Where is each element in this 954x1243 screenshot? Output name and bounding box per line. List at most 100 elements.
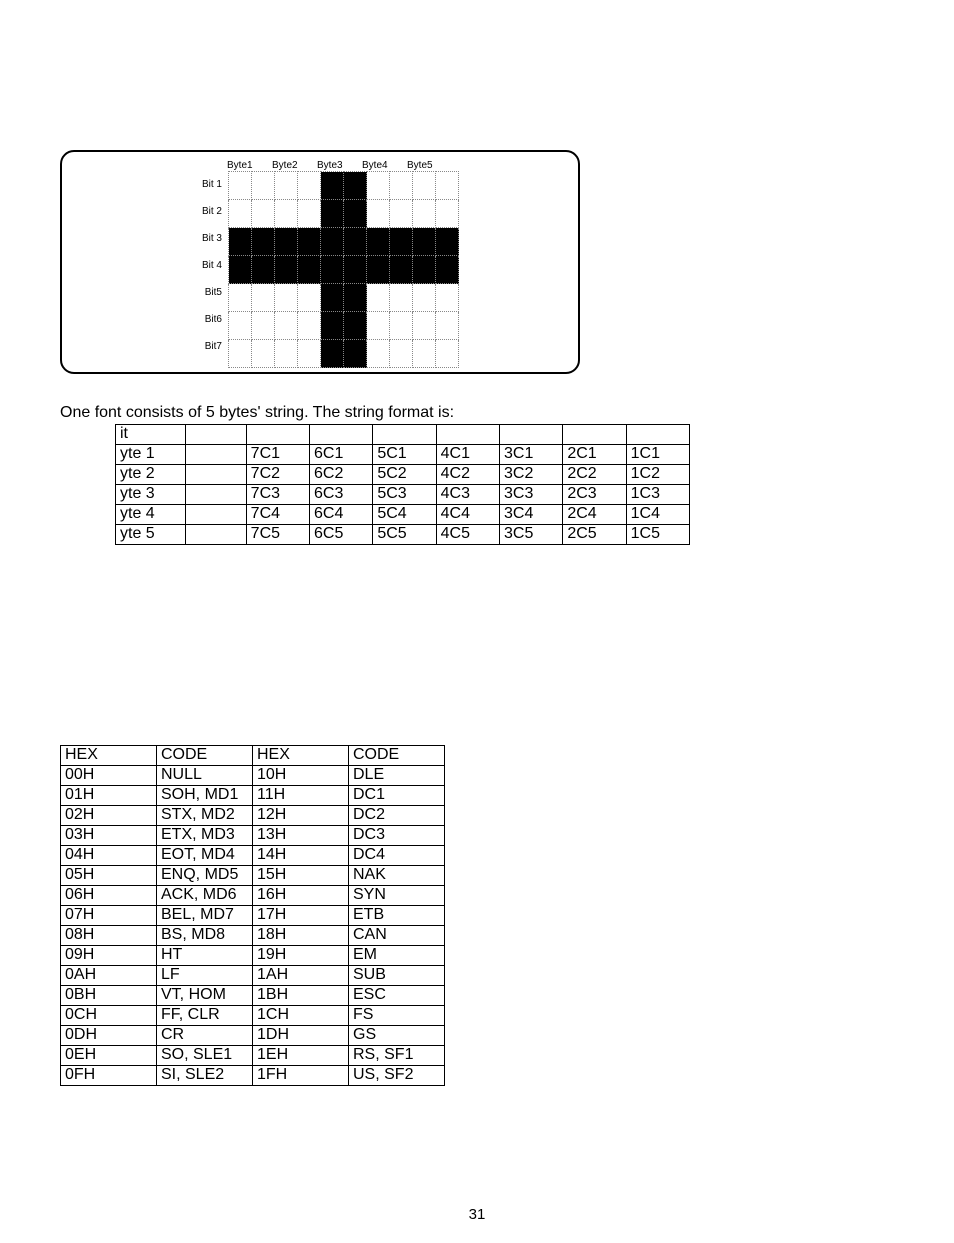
- table-cell: 1C4: [626, 505, 689, 525]
- page-number: 31: [60, 1206, 894, 1223]
- table-cell: yte 5: [116, 525, 186, 545]
- pixel-cell: [436, 200, 459, 228]
- pixel-cell: [252, 340, 275, 368]
- pixel-cell: [275, 340, 298, 368]
- pixel-cell: [298, 312, 321, 340]
- pixel-cell: [252, 284, 275, 312]
- table-cell: yte 4: [116, 505, 186, 525]
- table-cell: RS, SF1: [349, 1046, 445, 1066]
- table-header-cell: [186, 425, 246, 445]
- table-cell: 0AH: [61, 966, 157, 986]
- table-cell: yte 1: [116, 445, 186, 465]
- pixel-cell: [390, 312, 413, 340]
- table-cell: 10H: [253, 766, 349, 786]
- table-cell: 2C1: [563, 445, 626, 465]
- byte-string-table: ityte 17C16C15C14C13C12C11C1yte 27C26C25…: [115, 424, 690, 545]
- byte-header: Byte5: [407, 160, 447, 171]
- table-cell: 1C2: [626, 465, 689, 485]
- pixel-cell: [321, 228, 344, 256]
- table-cell: 00H: [61, 766, 157, 786]
- table-cell: ETB: [349, 906, 445, 926]
- table-cell: 0DH: [61, 1026, 157, 1046]
- pixel-cell: [413, 256, 436, 284]
- pixel-cell: [344, 340, 367, 368]
- table-cell: 4C3: [436, 485, 499, 505]
- table-cell: [186, 465, 246, 485]
- table-cell: 08H: [61, 926, 157, 946]
- table-cell: SO, SLE1: [157, 1046, 253, 1066]
- table-cell: 01H: [61, 786, 157, 806]
- pixel-cell: [298, 284, 321, 312]
- pixel-cell: [413, 228, 436, 256]
- table-cell: DLE: [349, 766, 445, 786]
- table-cell: 1CH: [253, 1006, 349, 1026]
- pixel-cell: [436, 340, 459, 368]
- table-cell: 2C2: [563, 465, 626, 485]
- table-cell: 6C2: [310, 465, 373, 485]
- table-cell: BEL, MD7: [157, 906, 253, 926]
- pixel-cell: [229, 172, 252, 200]
- table-cell: CR: [157, 1026, 253, 1046]
- table-cell: yte 3: [116, 485, 186, 505]
- table-cell: DC4: [349, 846, 445, 866]
- table-header-cell: [563, 425, 626, 445]
- table-cell: 5C2: [373, 465, 436, 485]
- table-cell: 0FH: [61, 1066, 157, 1086]
- table-cell: [186, 505, 246, 525]
- byte-headers: Byte1 Byte2 Byte3 Byte4 Byte5: [227, 160, 568, 171]
- table-cell: 6C3: [310, 485, 373, 505]
- bit-labels: Bit 1 Bit 2 Bit 3 Bit 4 Bit5 Bit6 Bit7: [72, 171, 228, 368]
- table-cell: 0CH: [61, 1006, 157, 1026]
- pixel-cell: [275, 284, 298, 312]
- pixel-cell: [344, 172, 367, 200]
- pixel-cell: [436, 312, 459, 340]
- table-cell: 0BH: [61, 986, 157, 1006]
- table-cell: 4C2: [436, 465, 499, 485]
- pixel-grid: [228, 171, 459, 368]
- pixel-cell: [413, 200, 436, 228]
- pixel-cell: [252, 172, 275, 200]
- table-cell: 04H: [61, 846, 157, 866]
- table-cell: SYN: [349, 886, 445, 906]
- table-cell: CAN: [349, 926, 445, 946]
- pixel-cell: [229, 200, 252, 228]
- bit-label: Bit 4: [202, 252, 222, 279]
- table-cell: EOT, MD4: [157, 846, 253, 866]
- table-cell: 02H: [61, 806, 157, 826]
- table-cell: 7C3: [246, 485, 309, 505]
- pixel-cell: [390, 284, 413, 312]
- table-header-cell: [499, 425, 562, 445]
- table-cell: [186, 485, 246, 505]
- table-cell: 1EH: [253, 1046, 349, 1066]
- table-cell: ESC: [349, 986, 445, 1006]
- pixel-cell: [275, 228, 298, 256]
- table-cell: 1FH: [253, 1066, 349, 1086]
- table-cell: FS: [349, 1006, 445, 1026]
- byte-header: Byte1: [227, 160, 267, 171]
- table-cell: 12H: [253, 806, 349, 826]
- hex-code-table: HEXCODEHEXCODE00HNULL10HDLE01HSOH, MD111…: [60, 745, 445, 1086]
- table-cell: 11H: [253, 786, 349, 806]
- table-cell: 2C5: [563, 525, 626, 545]
- table-cell: yte 2: [116, 465, 186, 485]
- table-cell: 6C4: [310, 505, 373, 525]
- pixel-cell: [436, 228, 459, 256]
- table-header-cell: [310, 425, 373, 445]
- table-cell: 13H: [253, 826, 349, 846]
- bit-label: Bit5: [205, 279, 222, 306]
- pixel-cell: [367, 256, 390, 284]
- pixel-cell: [321, 172, 344, 200]
- bit-label: Bit 3: [202, 225, 222, 252]
- table-cell: NULL: [157, 766, 253, 786]
- table-cell: 07H: [61, 906, 157, 926]
- table-cell: 15H: [253, 866, 349, 886]
- table-cell: 7C4: [246, 505, 309, 525]
- pixel-cell: [436, 172, 459, 200]
- table-cell: NAK: [349, 866, 445, 886]
- pixel-cell: [390, 172, 413, 200]
- pixel-cell: [413, 340, 436, 368]
- table-cell: EM: [349, 946, 445, 966]
- table-cell: 1DH: [253, 1026, 349, 1046]
- table-header-cell: [436, 425, 499, 445]
- pixel-cell: [367, 312, 390, 340]
